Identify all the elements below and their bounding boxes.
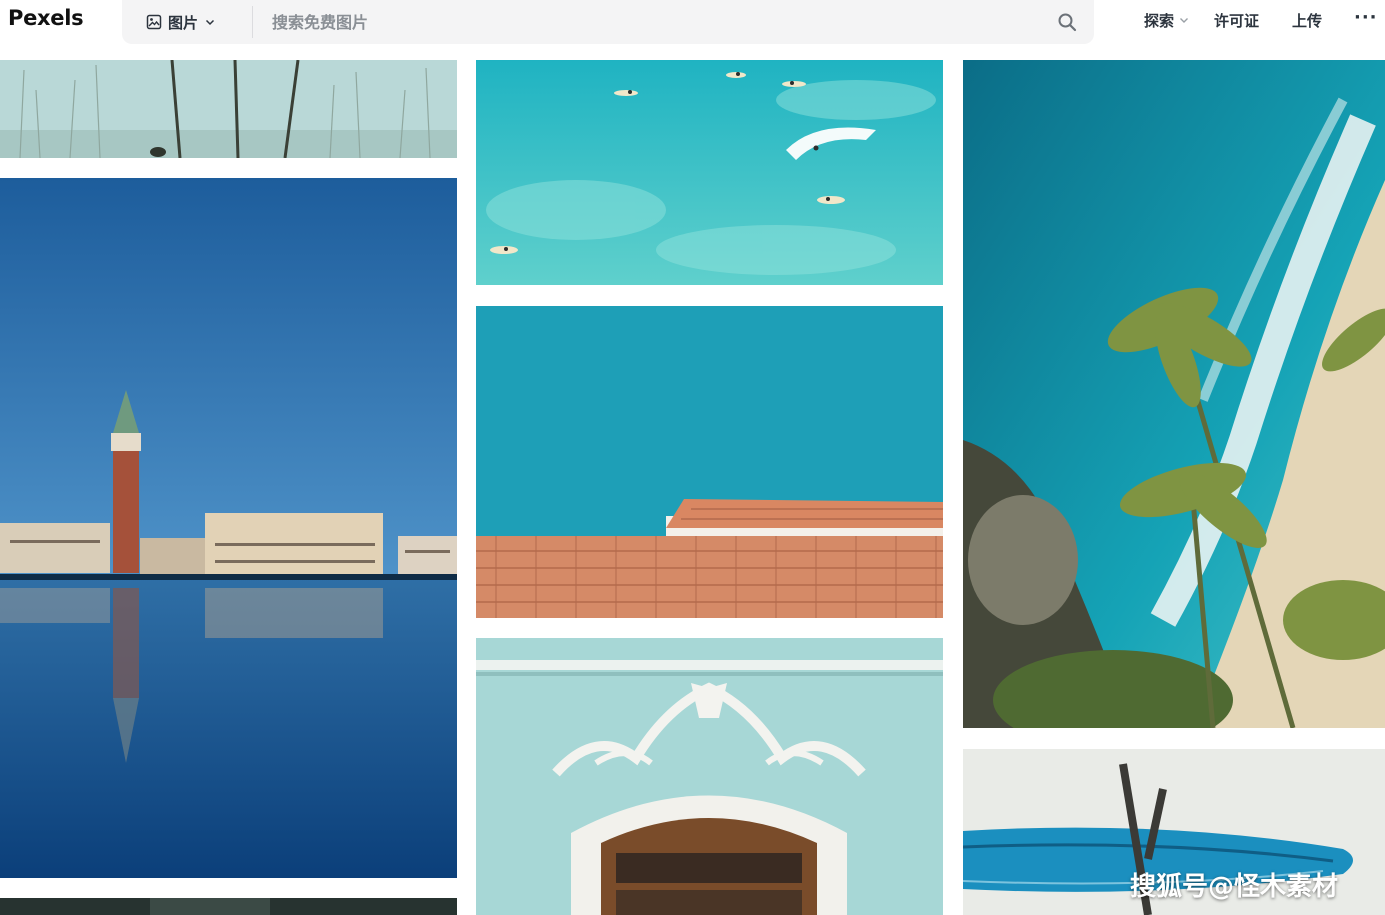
photo-mint-facade[interactable] — [476, 638, 943, 915]
photo-venice-lagoon[interactable] — [0, 178, 457, 878]
photo-terracotta-roofs[interactable] — [476, 306, 943, 618]
photo-dark-partial[interactable] — [0, 898, 457, 915]
nav-license[interactable]: 许可证 — [1214, 9, 1259, 31]
photo-tropical-beach[interactable] — [963, 60, 1385, 728]
top-navbar: Pexels 图片 探索 许可证 上传 ··· — [0, 0, 1385, 58]
media-type-dropdown[interactable]: 图片 — [146, 11, 216, 33]
nav-explore-label: 探索 — [1144, 11, 1175, 30]
search-bar: 图片 — [122, 0, 1094, 44]
search-divider — [252, 6, 253, 38]
nav-upload[interactable]: 上传 — [1292, 9, 1322, 31]
chevron-down-icon — [1180, 18, 1189, 23]
chevron-down-icon — [205, 19, 215, 26]
photo-surfers-aerial[interactable] — [476, 60, 943, 285]
search-icon — [1058, 13, 1077, 32]
media-type-label: 图片 — [168, 13, 199, 32]
pexels-logo[interactable]: Pexels — [8, 6, 84, 30]
more-menu-button[interactable]: ··· — [1354, 6, 1378, 28]
nav-explore[interactable]: 探索 — [1144, 9, 1190, 31]
watermark-text: 搜狐号@怪木素材 — [1130, 872, 1339, 902]
photo-grass-sky[interactable] — [0, 60, 457, 158]
search-input[interactable] — [272, 8, 1032, 36]
search-button[interactable] — [1054, 9, 1080, 35]
image-icon — [146, 14, 162, 30]
